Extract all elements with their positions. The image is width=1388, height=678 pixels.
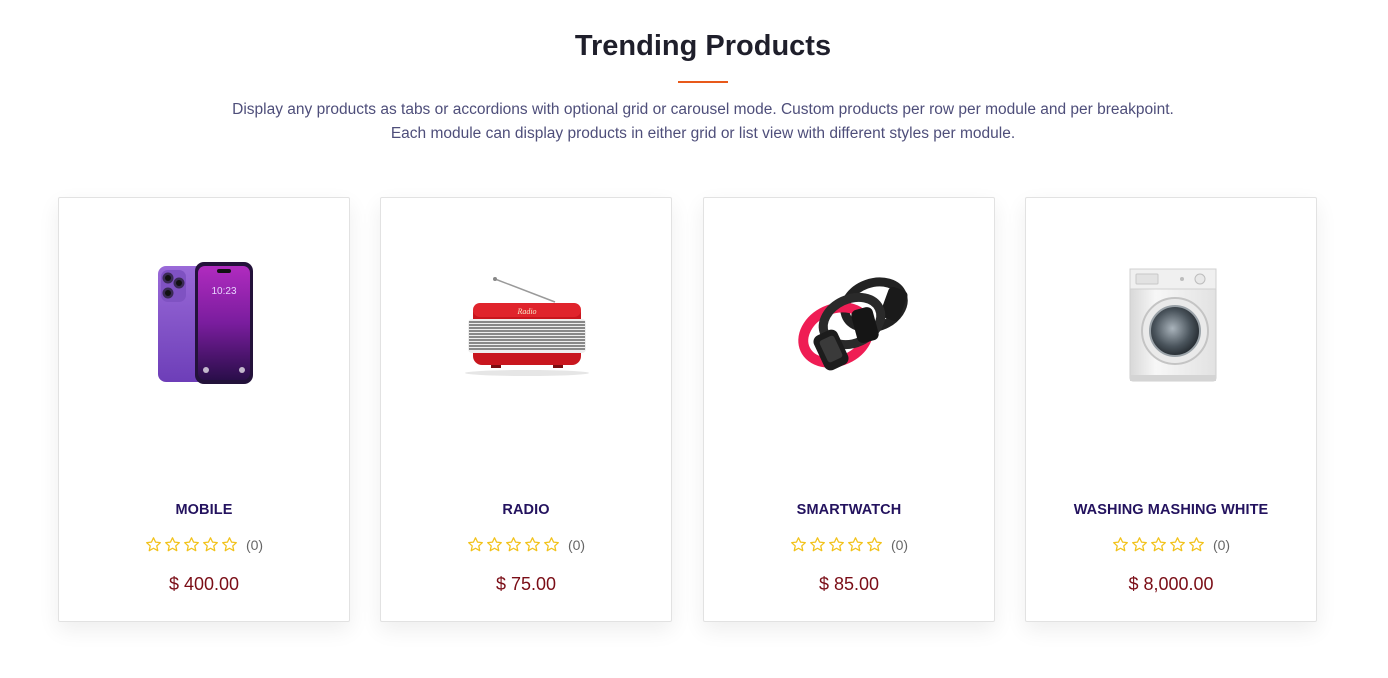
svg-text:Radio: Radio	[516, 307, 536, 316]
rating: (0)	[704, 536, 994, 553]
smartwatch-image[interactable]	[774, 253, 926, 398]
star-icon	[543, 536, 560, 553]
washing-machine-image[interactable]	[1096, 253, 1248, 398]
star-icon	[467, 536, 484, 553]
star-icon	[524, 536, 541, 553]
star-icon	[828, 536, 845, 553]
product-name[interactable]: RADIO	[381, 502, 671, 518]
star-icon	[1131, 536, 1148, 553]
star-icon	[221, 536, 238, 553]
smartphone-image[interactable]: 10:23	[129, 253, 281, 398]
product-price: $ 400.00	[168, 574, 240, 594]
section-description-line1: Display any products as tabs or accordio…	[232, 101, 1174, 118]
star-icon	[866, 536, 883, 553]
product-card-washing-machine[interactable]: WASHING MASHING WHITE (0) $ 8,000.00	[1025, 197, 1317, 622]
title-underline	[678, 81, 728, 83]
section-description-line2: Each module can display products in eith…	[390, 125, 1016, 142]
product-card-radio[interactable]: Radio RADIO (0) $ 75.00	[380, 197, 672, 622]
product-price: $ 8,000.00	[1128, 574, 1214, 594]
star-icon	[1112, 536, 1129, 553]
star-icon	[202, 536, 219, 553]
product-price: $ 75.00	[495, 574, 557, 594]
svg-text:10:23: 10:23	[211, 286, 236, 297]
product-card-smartwatch[interactable]: SMARTWATCH (0) $ 85.00	[703, 197, 995, 622]
product-name[interactable]: WASHING MASHING WHITE	[1026, 502, 1316, 518]
star-icon	[809, 536, 826, 553]
review-count: (0)	[890, 536, 909, 553]
product-name[interactable]: SMARTWATCH	[704, 502, 994, 518]
review-count: (0)	[245, 536, 264, 553]
star-icon	[1150, 536, 1167, 553]
star-icon	[486, 536, 503, 553]
star-icon	[847, 536, 864, 553]
rating: (0)	[59, 536, 349, 553]
star-icon	[790, 536, 807, 553]
star-icon	[1188, 536, 1205, 553]
star-icon	[1169, 536, 1186, 553]
radio-image[interactable]: Radio	[451, 253, 603, 398]
star-icon	[505, 536, 522, 553]
rating: (0)	[381, 536, 671, 553]
product-card-mobile[interactable]: 10:23 MOBILE (0) $ 400.00	[58, 197, 350, 622]
review-count: (0)	[567, 536, 586, 553]
star-icon	[164, 536, 181, 553]
rating: (0)	[1026, 536, 1316, 553]
section-title: Trending Products	[574, 30, 832, 62]
product-price: $ 85.00	[818, 574, 880, 594]
star-icon	[183, 536, 200, 553]
star-icon	[145, 536, 162, 553]
product-name[interactable]: MOBILE	[59, 502, 349, 518]
review-count: (0)	[1212, 536, 1231, 553]
